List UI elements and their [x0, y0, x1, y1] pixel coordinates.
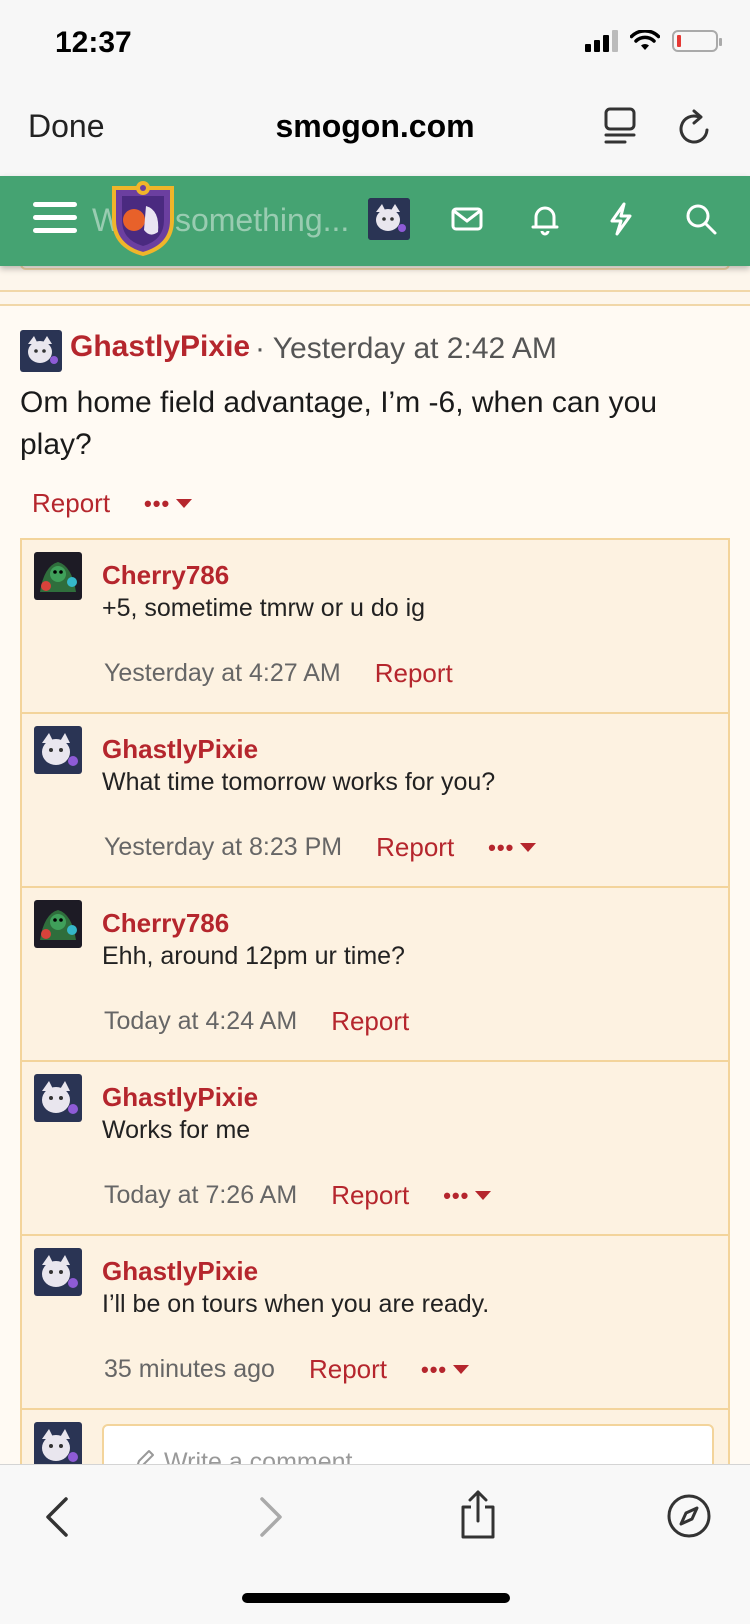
status-icons [585, 30, 722, 52]
comment-text: Works for me [102, 1116, 251, 1144]
comment-text: +5, sometime tmrw or u do ig [102, 594, 426, 622]
comment-text: Ehh, around 12pm ur time? [102, 942, 405, 970]
mail-icon[interactable] [450, 202, 484, 236]
comment-author-name[interactable]: GhastlyPixie [102, 1082, 258, 1113]
report-link[interactable]: Report [331, 1180, 409, 1211]
more-options-button[interactable]: ••• [488, 834, 537, 861]
reader-icon[interactable] [603, 106, 637, 146]
forward-icon[interactable] [258, 1495, 284, 1539]
comment-composer: Write a comment... [22, 1410, 728, 1484]
current-user-avatar[interactable] [34, 1422, 82, 1470]
caret-down-icon [520, 843, 537, 852]
user-avatar[interactable] [368, 198, 410, 240]
reload-icon[interactable] [677, 108, 713, 146]
ellipsis-icon: ••• [443, 1182, 470, 1208]
comment-author-avatar[interactable] [34, 726, 82, 774]
comment-timestamp[interactable]: Today at 7:26 AM [104, 1181, 297, 1210]
report-link[interactable]: Report [376, 832, 454, 863]
more-options-button[interactable]: ••• [443, 1182, 492, 1209]
comment-text: I’ll be on tours when you are ready. [102, 1290, 490, 1318]
site-logo[interactable] [110, 180, 176, 256]
share-icon[interactable] [458, 1489, 498, 1541]
hamburger-icon[interactable] [33, 202, 77, 238]
compass-icon[interactable] [666, 1493, 712, 1539]
post-body: Om home field advantage, I’m -6, when ca… [20, 386, 658, 461]
comment-timestamp[interactable]: Today at 4:24 AM [104, 1007, 297, 1036]
comment-item: Cherry786 Ehh, around 12pm ur time? Today … [22, 888, 728, 1062]
comment-meta: Today at 7:26 AM Report ••• [104, 1180, 492, 1211]
comment-item: GhastlyPixie I’ll be on tours when you ar… [22, 1236, 728, 1410]
url-domain[interactable]: smogon.com [0, 108, 750, 145]
comment-item: Cherry786 +5, sometime tmrw or u do ig Yes… [22, 540, 728, 714]
separator: · [255, 332, 265, 365]
caret-down-icon [453, 1365, 470, 1374]
comment-meta: Yesterday at 8:23 PM Report ••• [104, 832, 537, 863]
report-link[interactable]: Report [309, 1354, 387, 1385]
report-link[interactable]: Report [32, 488, 110, 519]
comment-author-name[interactable]: GhastlyPixie [102, 1256, 258, 1287]
comment-timestamp[interactable]: Yesterday at 4:27 AM [104, 659, 341, 688]
comment-timestamp[interactable]: Yesterday at 8:23 PM [104, 833, 342, 862]
lightning-icon[interactable] [606, 202, 636, 236]
search-icon[interactable] [684, 202, 718, 236]
wifi-icon [630, 30, 660, 50]
comment-item: GhastlyPixie Works for me Today at 7:26 AM… [22, 1062, 728, 1236]
caret-down-icon [475, 1191, 492, 1200]
post-timestamp[interactable]: · Yesterday at 2:42 AM [255, 332, 557, 366]
post-actions: Report ••• [32, 488, 193, 519]
comment-timestamp[interactable]: 35 minutes ago [104, 1355, 275, 1384]
comment-meta: 35 minutes ago Report ••• [104, 1354, 470, 1385]
ellipsis-icon: ••• [421, 1356, 448, 1382]
home-indicator[interactable] [242, 1593, 510, 1603]
comment-author-avatar[interactable] [34, 1248, 82, 1296]
more-options-button[interactable]: ••• [144, 490, 193, 517]
ellipsis-icon: ••• [144, 490, 171, 516]
battery-icon [672, 30, 722, 52]
status-bar: 12:37 [0, 0, 750, 88]
comment-meta: Yesterday at 4:27 AM Report [104, 658, 453, 689]
back-icon[interactable] [44, 1495, 70, 1539]
browser-address-bar: Done smogon.com [0, 88, 750, 176]
comment-author-name[interactable]: Cherry786 [102, 560, 229, 591]
comment-author-name[interactable]: GhastlyPixie [102, 734, 258, 765]
comment-meta: Today at 4:24 AM Report [104, 1006, 409, 1037]
divider [0, 304, 750, 306]
post-author-name[interactable]: GhastlyPixie [70, 330, 250, 364]
cellular-signal-icon [585, 30, 618, 52]
comment-item: GhastlyPixie What time tomorrow works for… [22, 714, 728, 888]
bell-icon[interactable] [528, 202, 562, 236]
report-link[interactable]: Report [331, 1006, 409, 1037]
caret-down-icon [176, 499, 193, 508]
report-link[interactable]: Report [375, 658, 453, 689]
comment-author-avatar[interactable] [34, 1074, 82, 1122]
clock: 12:37 [55, 26, 132, 59]
comment-author-avatar[interactable] [34, 552, 82, 600]
comment-text: What time tomorrow works for you? [102, 768, 496, 796]
comment-author-avatar[interactable] [34, 900, 82, 948]
post-time-text: Yesterday at 2:42 AM [272, 332, 557, 365]
ellipsis-icon: ••• [488, 834, 515, 860]
more-options-button[interactable]: ••• [421, 1356, 470, 1383]
comment-list: Cherry786 +5, sometime tmrw or u do ig Yes… [20, 538, 730, 1484]
site-header: Write something... [0, 176, 750, 266]
comment-author-name[interactable]: Cherry786 [102, 908, 229, 939]
post-author-avatar[interactable] [20, 330, 62, 372]
divider [0, 290, 750, 292]
